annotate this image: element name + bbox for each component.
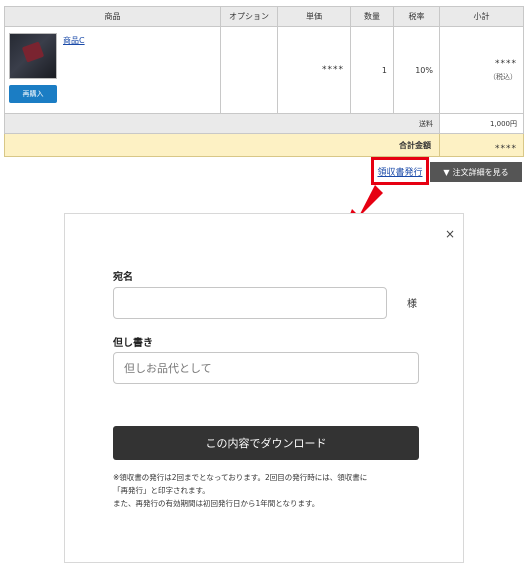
receipt-notes: ※領収書の発行は2回までとなっております。2回目の発行時には、領収書に 「再発行… [113, 471, 423, 510]
header-tax-rate: 税率 [393, 6, 440, 27]
note-field-label: 但し書き [113, 338, 153, 349]
honorific-label: 様 [407, 299, 417, 310]
name-field-label: 宛名 [113, 272, 133, 283]
table-header-row: 商品 オプション 単価 数量 税率 小計 [4, 6, 524, 27]
total-value: **** [495, 143, 517, 154]
note-line: ※領収書の発行は2回までとなっております。2回目の発行時には、領収書に [113, 473, 368, 482]
rebuy-button[interactable]: 再購入 [9, 85, 57, 103]
subtotal-cell: **** （税込） [439, 26, 524, 114]
tax-rate-cell: 10% [393, 26, 440, 114]
unit-price-value: **** [322, 65, 344, 75]
receipt-issue-link[interactable]: 領収書発行 [377, 165, 422, 178]
total-label: 合計金額 [4, 133, 440, 157]
shipping-value: 1,000円 [439, 113, 524, 134]
header-unit-price: 単価 [277, 6, 351, 27]
total-row: 合計金額 **** [4, 133, 524, 157]
note-line: また、再発行の有効期間は初回発行日から1年間となります。 [113, 499, 320, 508]
order-detail-label: 注文詳細を見る [452, 167, 509, 177]
option-cell [220, 26, 278, 114]
receipt-modal: × 宛名 様 但し書き この内容でダウンロード ※領収書の発行は2回までとなって… [64, 213, 464, 563]
note-line: 「再発行」と印字されます。 [113, 486, 210, 495]
header-product: 商品 [4, 6, 221, 27]
table-row: 商品C 再購入 **** 1 10% **** （税込） [4, 26, 524, 114]
product-thumbnail[interactable] [9, 33, 57, 79]
total-value-cell: **** [439, 133, 524, 157]
receipt-link-highlight: 領収書発行 [371, 157, 429, 185]
product-cell: 商品C 再購入 [4, 26, 221, 114]
triangle-down-icon: ▼ [443, 167, 450, 177]
order-table: 商品 オプション 単価 数量 税率 小計 商品C 再購入 **** 1 10% [4, 6, 524, 157]
shipping-row: 送料 1,000円 [4, 113, 524, 134]
unit-price-cell: **** [277, 26, 351, 114]
product-name-link[interactable]: 商品C [63, 35, 85, 46]
tax-included-note: （税込） [489, 72, 517, 81]
order-detail-button[interactable]: ▼ 注文詳細を見る [430, 162, 522, 182]
shipping-label: 送料 [4, 113, 440, 134]
name-input[interactable] [113, 287, 387, 319]
close-icon[interactable]: × [445, 228, 455, 240]
header-subtotal: 小計 [439, 6, 524, 27]
subtotal-value: **** [495, 58, 517, 69]
header-option: オプション [220, 6, 278, 27]
download-button[interactable]: この内容でダウンロード [113, 426, 419, 460]
quantity-cell: 1 [350, 26, 394, 114]
header-quantity: 数量 [350, 6, 394, 27]
note-input[interactable] [113, 352, 419, 384]
